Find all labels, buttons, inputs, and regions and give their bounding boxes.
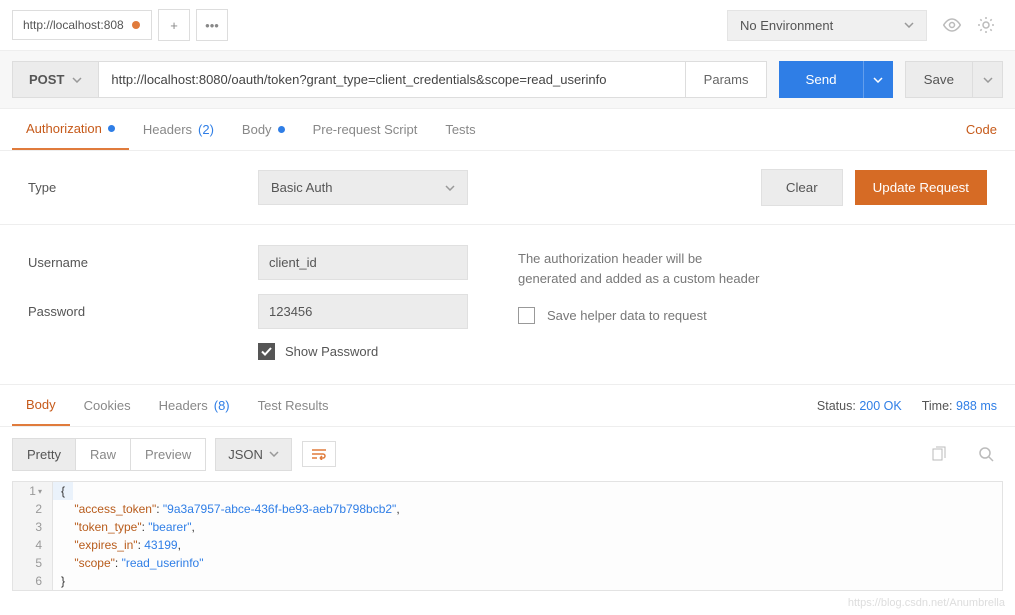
tab-authorization[interactable]: Authorization: [12, 109, 129, 150]
modified-dot-icon: [278, 126, 285, 133]
save-helper-label: Save helper data to request: [547, 306, 707, 326]
modified-dot-icon: [108, 125, 115, 132]
code-line: "access_token": "9a3a7957-abce-436f-be93…: [53, 500, 408, 518]
chevron-down-icon: [269, 451, 279, 457]
status-block: Status: 200 OK: [817, 399, 902, 413]
search-button[interactable]: [969, 437, 1003, 471]
eye-icon: [942, 18, 962, 32]
show-password-checkbox[interactable]: [258, 343, 275, 360]
send-dropdown[interactable]: [863, 61, 893, 98]
view-raw[interactable]: Raw: [75, 438, 131, 471]
method-label: POST: [29, 72, 64, 87]
tab-body[interactable]: Body: [228, 110, 299, 149]
save-helper-checkbox[interactable]: [518, 307, 535, 324]
chevron-down-icon: [445, 185, 455, 191]
code-line: "scope": "read_userinfo": [53, 554, 211, 572]
password-input[interactable]: [258, 294, 468, 329]
code-line: {: [53, 482, 73, 500]
view-preview[interactable]: Preview: [130, 438, 206, 471]
environment-select[interactable]: No Environment: [727, 10, 927, 41]
tab-tests[interactable]: Tests: [431, 110, 489, 149]
code-line: "token_type": "bearer",: [53, 518, 203, 536]
more-tabs-button[interactable]: •••: [196, 9, 228, 41]
params-button[interactable]: Params: [686, 61, 768, 98]
response-tab-test-results[interactable]: Test Results: [244, 386, 343, 425]
chevron-down-icon: [72, 77, 82, 83]
time-value: 988 ms: [956, 399, 997, 413]
send-button[interactable]: Send: [779, 61, 862, 98]
response-tab-body[interactable]: Body: [12, 385, 70, 426]
copy-icon: [930, 446, 946, 462]
chevron-down-icon: [904, 22, 914, 28]
wrap-button[interactable]: [302, 441, 336, 467]
response-tab-cookies[interactable]: Cookies: [70, 386, 145, 425]
code-line: "expires_in": 43199,: [53, 536, 189, 554]
wrap-icon: [311, 448, 327, 460]
search-icon: [978, 446, 994, 462]
password-label: Password: [28, 304, 258, 319]
status-value: 200 OK: [859, 399, 901, 413]
gear-icon: [977, 16, 995, 34]
show-password-label: Show Password: [285, 344, 378, 359]
view-pretty[interactable]: Pretty: [12, 438, 76, 471]
auth-info-line2: generated and added as a custom header: [518, 269, 759, 289]
code-link[interactable]: Code: [960, 110, 1003, 149]
username-label: Username: [28, 255, 258, 270]
response-body-viewer: 1 ▾{ 2 "access_token": "9a3a7957-abce-43…: [12, 481, 1003, 591]
chevron-down-icon: [873, 77, 883, 83]
tab-headers[interactable]: Headers (2): [129, 110, 228, 149]
format-select[interactable]: JSON: [215, 438, 292, 471]
username-input[interactable]: [258, 245, 468, 280]
time-block: Time: 988 ms: [922, 399, 997, 413]
check-icon: [261, 347, 272, 356]
auth-type-select[interactable]: Basic Auth: [258, 170, 468, 205]
clear-button[interactable]: Clear: [761, 169, 843, 206]
chevron-down-icon: [983, 77, 993, 83]
copy-button[interactable]: [921, 437, 955, 471]
auth-info-line1: The authorization header will be: [518, 249, 759, 269]
update-request-button[interactable]: Update Request: [855, 170, 987, 205]
env-preview-button[interactable]: [935, 8, 969, 42]
url-input[interactable]: [99, 61, 685, 98]
response-tab-headers[interactable]: Headers (8): [145, 386, 244, 425]
new-tab-button[interactable]: +: [158, 9, 190, 41]
ellipsis-icon: •••: [205, 18, 219, 33]
save-dropdown[interactable]: [973, 61, 1003, 98]
method-select[interactable]: POST: [12, 61, 99, 98]
tab-title: http://localhost:808: [23, 18, 124, 32]
save-button[interactable]: Save: [905, 61, 973, 98]
auth-type-label: Type: [28, 180, 258, 195]
environment-label: No Environment: [740, 18, 833, 33]
tab-prerequest[interactable]: Pre-request Script: [299, 110, 432, 149]
unsaved-dot-icon: [132, 21, 140, 29]
settings-button[interactable]: [969, 8, 1003, 42]
request-tab[interactable]: http://localhost:808: [12, 10, 152, 40]
plus-icon: +: [170, 18, 178, 33]
code-line: }: [53, 572, 73, 590]
